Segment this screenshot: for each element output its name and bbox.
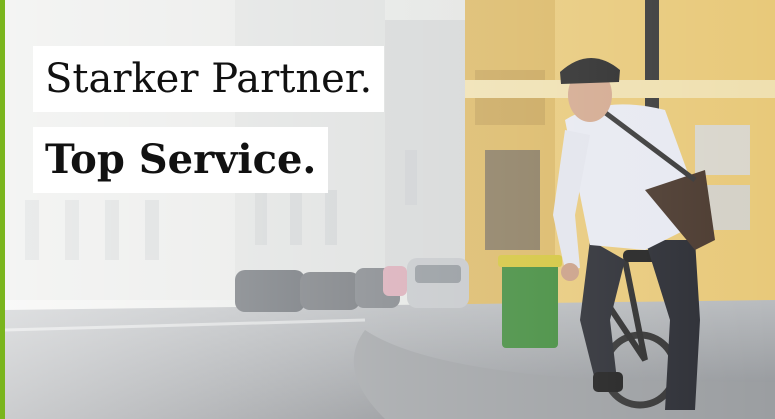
hero-banner: Starker Partner. Top Service. xyxy=(0,0,775,419)
headline-line-1: Starker Partner. xyxy=(33,46,385,112)
headline-line-2: Top Service. xyxy=(33,127,329,193)
